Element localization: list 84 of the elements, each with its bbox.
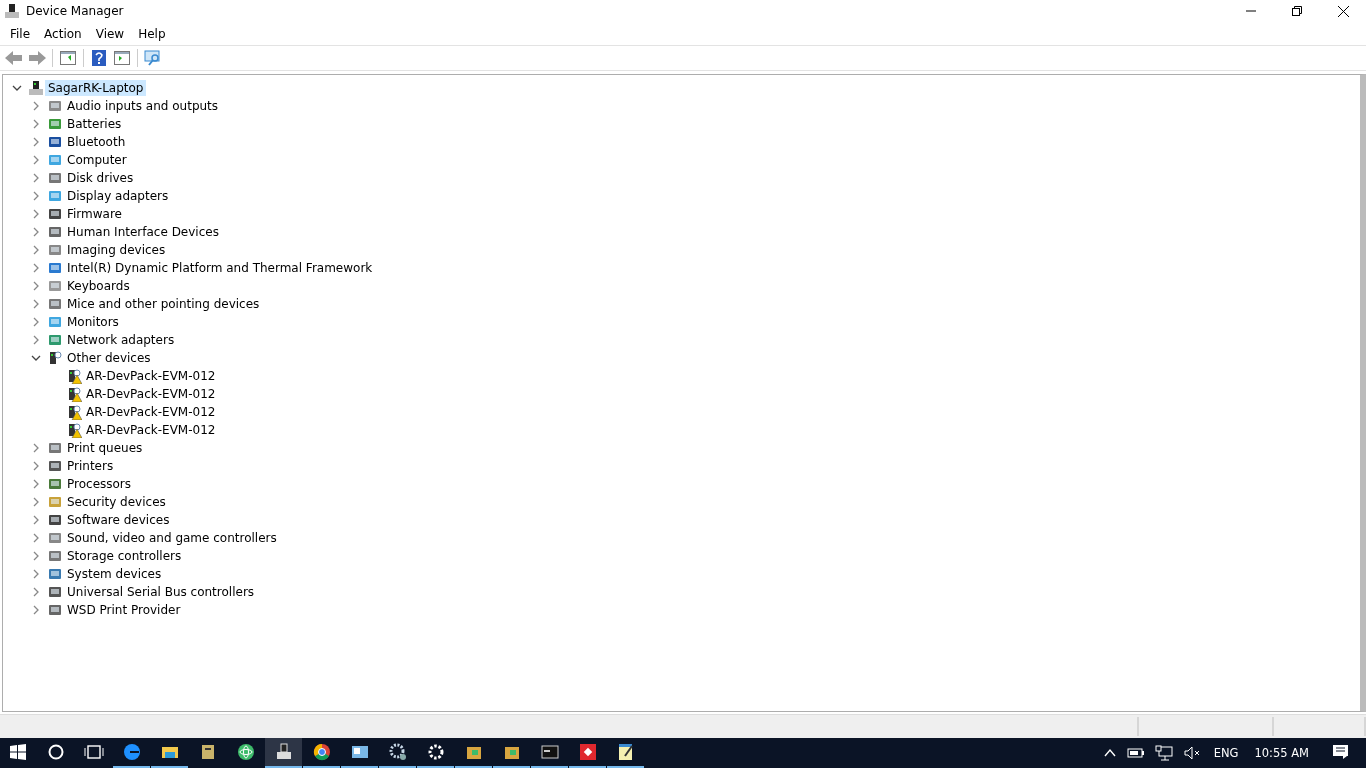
category-icon <box>47 206 63 222</box>
tree-item[interactable]: Imaging devices <box>64 242 169 258</box>
menu-item[interactable]: View <box>88 24 132 43</box>
tree-item[interactable]: Mice and other pointing devices <box>64 296 263 312</box>
language-indicator[interactable]: ENG <box>1213 746 1239 760</box>
tree-item[interactable]: Printers <box>64 458 117 474</box>
diamond-logo-icon <box>577 742 598 762</box>
tree-item[interactable]: AR-DevPack-EVM-012 <box>83 404 219 420</box>
tree-item[interactable]: Security devices <box>64 494 169 510</box>
tree-item[interactable]: Monitors <box>64 314 122 330</box>
category-icon <box>47 296 63 312</box>
task-view-icon <box>83 744 104 760</box>
category-icon <box>47 224 63 240</box>
computer-icon <box>28 80 44 96</box>
taskbar-app[interactable] <box>265 738 302 768</box>
category-icon <box>47 602 63 618</box>
category-icon <box>47 314 63 330</box>
restore-icon <box>1292 6 1302 16</box>
tree-item[interactable]: Network adapters <box>64 332 178 348</box>
action-pane-button[interactable] <box>112 48 132 68</box>
tree-item[interactable]: Firmware <box>64 206 125 222</box>
category-icon <box>47 530 63 546</box>
tree-item[interactable]: Software devices <box>64 512 173 528</box>
category-icon <box>47 188 63 204</box>
tree-item[interactable]: Computer <box>64 152 130 168</box>
tree-item[interactable]: Audio inputs and outputs <box>64 98 222 114</box>
tree-item[interactable]: Storage controllers <box>64 548 185 564</box>
forward-button[interactable] <box>27 48 47 68</box>
tree-item[interactable]: AR-DevPack-EVM-012 <box>83 386 219 402</box>
tree-item[interactable]: Disk drives <box>64 170 137 186</box>
category-icon <box>47 116 63 132</box>
category-icon <box>47 242 63 258</box>
tree-item[interactable]: AR-DevPack-EVM-012 <box>83 422 219 438</box>
category-icon <box>47 98 63 114</box>
category-icon <box>47 278 63 294</box>
tree-item[interactable]: Display adapters <box>64 188 172 204</box>
category-icon <box>47 566 63 582</box>
search-icon <box>47 744 64 760</box>
tree-item[interactable]: Processors <box>64 476 135 492</box>
menu-item[interactable]: File <box>3 24 38 43</box>
tree-item[interactable]: Print queues <box>64 440 146 456</box>
category-icon <box>47 458 63 474</box>
device-icon <box>47 350 63 366</box>
tree-item[interactable]: Intel(R) Dynamic Platform and Thermal Framework <box>64 260 376 276</box>
window-title: Device Manager <box>26 4 125 18</box>
scan-hardware-button[interactable] <box>143 48 163 68</box>
network-icon <box>1154 745 1173 761</box>
battery-icon <box>1126 747 1145 759</box>
category-icon <box>47 548 63 564</box>
category-icon <box>47 152 63 168</box>
notification-icon <box>1332 744 1350 760</box>
menu-item[interactable]: Action <box>37 24 89 43</box>
tree-item[interactable]: WSD Print Provider <box>64 602 184 618</box>
tree-item[interactable]: Other devices <box>64 350 154 366</box>
back-button[interactable] <box>4 48 24 68</box>
close-icon <box>1337 5 1349 17</box>
clock[interactable]: 10:55 AM <box>1254 746 1309 760</box>
category-icon <box>47 440 63 456</box>
console-icon <box>539 742 560 762</box>
category-icon <box>47 170 63 186</box>
category-icon <box>47 476 63 492</box>
app-icon <box>4 3 20 19</box>
tree-item[interactable]: Batteries <box>64 116 125 132</box>
tree-item[interactable]: System devices <box>64 566 165 582</box>
category-icon <box>47 584 63 600</box>
tree-item[interactable]: Human Interface Devices <box>64 224 222 240</box>
tree-item[interactable]: Universal Serial Bus controllers <box>64 584 258 600</box>
properties-button[interactable] <box>58 48 78 68</box>
menu-item[interactable]: Help <box>131 24 173 43</box>
help-button[interactable] <box>89 48 109 68</box>
category-icon <box>47 332 63 348</box>
tree-item[interactable]: Bluetooth <box>64 134 129 150</box>
tree-item[interactable]: Keyboards <box>64 278 133 294</box>
category-icon <box>47 260 63 276</box>
tree-item[interactable]: AR-DevPack-EVM-012 <box>83 368 219 384</box>
volume-muted-icon <box>1182 745 1201 761</box>
tree-item[interactable]: Sound, video and game controllers <box>64 530 280 546</box>
category-icon <box>47 512 63 528</box>
atom-icon <box>235 742 256 762</box>
category-icon <box>47 134 63 150</box>
category-icon <box>47 494 63 510</box>
windows-logo-icon <box>10 744 26 760</box>
chrome-icon <box>311 742 332 762</box>
tree-root[interactable]: SagarRK-Laptop <box>45 80 147 96</box>
